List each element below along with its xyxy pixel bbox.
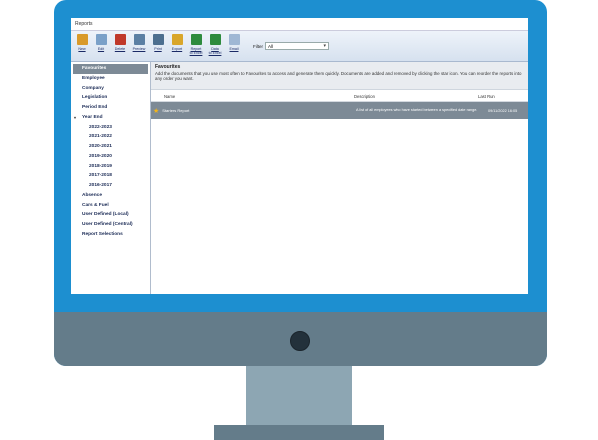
app-window: Reports New Edit Delete Preview Print Export R…: [71, 18, 528, 294]
sidebar-item-absence[interactable]: Absence: [71, 191, 150, 201]
data-to-excel-icon: [209, 34, 221, 45]
sidebar-item-legislation[interactable]: Legislation: [71, 93, 150, 103]
toolbar-button-preview[interactable]: Preview: [131, 32, 147, 60]
sidebar-item-year-end[interactable]: ▾ Year End: [71, 113, 150, 123]
sidebar-item-label: Company: [82, 85, 104, 91]
sidebar-item-company[interactable]: Company: [71, 84, 150, 94]
export-icon: [171, 34, 183, 45]
report-name: Starters Report: [162, 108, 190, 113]
report-last-run: 09/11/2022 16:05: [488, 108, 518, 113]
grid-header: Name Description Last Run: [151, 93, 528, 102]
content-area: Favourites Employee Company Legislation Peri…: [71, 62, 528, 294]
report-to-excel-icon: [190, 34, 202, 45]
monitor-stand-base: [214, 425, 384, 440]
sidebar-item-2021-2022[interactable]: 2021-2022: [71, 132, 150, 142]
info-panel: Favourites Add the documents that you us…: [151, 62, 528, 90]
sidebar-item-employee[interactable]: Employee: [71, 74, 150, 84]
sidebar-item-label: Employee: [82, 75, 105, 81]
sidebar-item-cars-fuel[interactable]: Cars & Fuel: [71, 201, 150, 211]
sidebar-item-label: Report Selections: [82, 231, 123, 237]
preview-icon: [133, 34, 145, 45]
sidebar-item-label: User Defined (Central): [82, 222, 133, 227]
sidebar-item-label: Cars & Fuel: [82, 202, 109, 208]
grid-body: ★ Starters Report A list of all employees …: [151, 102, 528, 119]
report-description: A list of all employees who have started…: [356, 108, 478, 112]
sidebar-item-2016-2017[interactable]: 2016-2017: [71, 181, 150, 191]
toolbar-buttons: New Edit Delete Preview Print Export Report to…: [74, 32, 245, 60]
toolbar-button-label: Report to Excel: [189, 47, 203, 55]
sidebar-item-label: Absence: [82, 192, 102, 198]
sidebar-item-label: Legislation: [82, 95, 108, 101]
email-icon: [228, 34, 240, 45]
page-description: Add the documents that you use most ofte…: [155, 71, 522, 82]
sidebar-item-label: Favourites: [82, 66, 107, 71]
page-title: Favourites: [155, 64, 181, 70]
sidebar-item-label: Year End: [82, 114, 103, 120]
new-icon: [76, 34, 88, 45]
sidebar-item-2022-2023[interactable]: 2022-2023: [71, 123, 150, 133]
toolbar-button-label: Preview: [132, 47, 146, 51]
sidebar-item-label: 2018-2019: [89, 163, 112, 169]
sidebar: Favourites Employee Company Legislation Peri…: [71, 62, 151, 294]
sidebar-item-report-selections[interactable]: Report Selections: [71, 230, 150, 240]
filter-group: Filter All ▾: [253, 42, 329, 50]
sidebar-item-2017-2018[interactable]: 2017-2018: [71, 171, 150, 181]
toolbar-button-label: Email: [229, 47, 239, 51]
star-icon[interactable]: ★: [153, 107, 159, 115]
sidebar-item-label: Period End: [82, 105, 108, 110]
column-header-name[interactable]: Name: [151, 93, 354, 101]
window-title: Reports: [71, 18, 528, 31]
toolbar-button-label: Delete: [114, 47, 126, 51]
sidebar-item-favourites[interactable]: Favourites: [73, 64, 148, 74]
main-panel: Favourites Add the documents that you us…: [151, 62, 528, 294]
filter-select[interactable]: All ▾: [265, 42, 329, 50]
column-header-description[interactable]: Description: [354, 93, 476, 101]
camera-icon: [290, 331, 310, 351]
toolbar-button-label: Data to Excel: [208, 47, 222, 55]
toolbar-button-label: Export: [171, 47, 183, 51]
delete-icon: [114, 34, 126, 45]
sidebar-item-2018-2019[interactable]: 2018-2019: [71, 162, 150, 172]
sidebar-item-label: 2019-2020: [89, 153, 112, 159]
toolbar-button-label: New: [78, 47, 86, 51]
toolbar: New Edit Delete Preview Print Export Report to…: [71, 31, 528, 62]
table-row[interactable]: ★ Starters Report A list of all employees …: [151, 102, 528, 119]
print-icon: [152, 34, 164, 45]
sidebar-item-2020-2021[interactable]: 2020-2021: [71, 142, 150, 152]
toolbar-button-label: Edit: [97, 47, 105, 51]
expand-chevron-icon[interactable]: ▾: [74, 113, 76, 123]
toolbar-button-report-to-excel[interactable]: Report to Excel: [188, 32, 204, 60]
sidebar-item-label: 2016-2017: [89, 183, 112, 188]
toolbar-button-label: Print: [154, 47, 162, 51]
toolbar-button-data-to-excel[interactable]: Data to Excel: [207, 32, 223, 60]
toolbar-button-print[interactable]: Print: [150, 32, 166, 60]
sidebar-item-user-defined-local-[interactable]: User Defined (Local): [71, 210, 150, 220]
sidebar-item-label: 2017-2018: [89, 173, 112, 179]
toolbar-button-delete[interactable]: Delete: [112, 32, 128, 60]
toolbar-button-new[interactable]: New: [74, 32, 90, 60]
toolbar-button-export[interactable]: Export: [169, 32, 185, 60]
sidebar-item-2019-2020[interactable]: 2019-2020: [71, 152, 150, 162]
sidebar-item-user-defined-central-[interactable]: User Defined (Central): [71, 220, 150, 230]
sidebar-item-label: User Defined (Local): [82, 212, 129, 218]
chevron-down-icon[interactable]: ▾: [323, 42, 326, 50]
edit-icon: [95, 34, 107, 45]
column-header-last-run[interactable]: Last Run: [476, 93, 528, 101]
row-name-cell: ★ Starters Report: [151, 107, 356, 115]
monitor-stand-neck: [246, 366, 352, 426]
toolbar-button-edit[interactable]: Edit: [93, 32, 109, 60]
sidebar-item-label: 2022-2023: [89, 124, 112, 130]
toolbar-button-email[interactable]: Email: [226, 32, 242, 60]
filter-label: Filter: [253, 43, 263, 49]
filter-value: All: [268, 44, 274, 49]
sidebar-item-period-end[interactable]: Period End: [71, 103, 150, 113]
sidebar-item-label: 2021-2022: [89, 134, 112, 140]
sidebar-item-label: 2020-2021: [89, 144, 112, 149]
